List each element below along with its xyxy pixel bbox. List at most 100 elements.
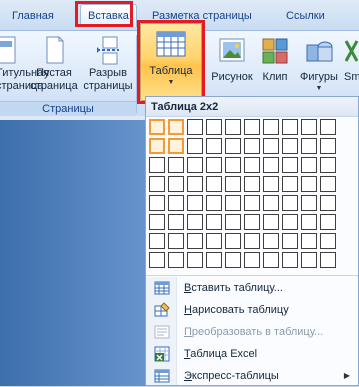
table-grid-cell[interactable]	[244, 214, 260, 230]
table-grid-cell[interactable]	[187, 138, 203, 154]
table-grid-cell[interactable]	[206, 195, 222, 211]
table-grid-cell[interactable]	[206, 252, 222, 268]
table-grid-cell[interactable]	[149, 233, 165, 249]
table-grid-cell[interactable]	[320, 176, 336, 192]
clip-art-icon	[262, 38, 288, 64]
table-grid-cell[interactable]	[168, 195, 184, 211]
table-grid-cell[interactable]	[320, 252, 336, 268]
table-grid-cell[interactable]	[320, 157, 336, 173]
table-grid-cell[interactable]	[168, 138, 184, 154]
table-grid-cell[interactable]	[282, 138, 298, 154]
table-grid-cell[interactable]	[206, 157, 222, 173]
table-grid-cell[interactable]	[225, 119, 241, 135]
blank-page-button[interactable]: Пустая страница	[30, 35, 78, 93]
table-grid-cell[interactable]	[187, 195, 203, 211]
table-grid-cell[interactable]	[244, 157, 260, 173]
table-grid-cell[interactable]	[263, 233, 279, 249]
table-grid-cell[interactable]	[187, 119, 203, 135]
table-grid-cell[interactable]	[263, 214, 279, 230]
table-grid-cell[interactable]	[225, 138, 241, 154]
table-grid-cell[interactable]	[168, 119, 184, 135]
table-grid-cell[interactable]	[206, 138, 222, 154]
table-grid-cell[interactable]	[225, 195, 241, 211]
table-grid-cell[interactable]	[206, 233, 222, 249]
table-grid-cell[interactable]	[282, 233, 298, 249]
table-grid-cell[interactable]	[187, 214, 203, 230]
table-grid-cell[interactable]	[225, 214, 241, 230]
table-grid-cell[interactable]	[187, 233, 203, 249]
table-grid-cell[interactable]	[225, 157, 241, 173]
table-grid-cell[interactable]	[320, 195, 336, 211]
table-grid-cell[interactable]	[187, 157, 203, 173]
table-grid-cell[interactable]	[244, 252, 260, 268]
table-grid-cell[interactable]	[282, 157, 298, 173]
table-grid-cell[interactable]	[282, 214, 298, 230]
table-grid-cell[interactable]	[225, 252, 241, 268]
table-grid-cell[interactable]	[244, 233, 260, 249]
menu-item-insert-table-label: ставить таблицу...	[191, 282, 283, 294]
table-grid-cell[interactable]	[149, 157, 165, 173]
table-grid-cell[interactable]	[168, 233, 184, 249]
picture-label: Рисунок	[211, 71, 253, 83]
table-grid-cell[interactable]	[168, 252, 184, 268]
table-grid-cell[interactable]	[263, 157, 279, 173]
table-grid-cell[interactable]	[301, 195, 317, 211]
table-grid-cell[interactable]	[149, 195, 165, 211]
table-grid-cell[interactable]	[301, 233, 317, 249]
cover-page-button[interactable]: Титульная страница	[0, 35, 49, 93]
table-grid-cell[interactable]	[244, 195, 260, 211]
table-grid-cell[interactable]	[263, 119, 279, 135]
table-grid-cell[interactable]	[320, 214, 336, 230]
table-grid-cell[interactable]	[225, 233, 241, 249]
table-grid-cell[interactable]	[263, 195, 279, 211]
table-grid-cell[interactable]	[320, 119, 336, 135]
table-grid-cell[interactable]	[225, 176, 241, 192]
shapes-button[interactable]: Фигуры ▼	[296, 35, 342, 93]
table-grid-cell[interactable]	[206, 214, 222, 230]
tab-home[interactable]: Главная	[12, 8, 54, 24]
table-grid-cell[interactable]	[168, 157, 184, 173]
table-grid-cell[interactable]	[301, 176, 317, 192]
table-grid-cell[interactable]	[282, 252, 298, 268]
menu-divider	[146, 275, 358, 276]
table-grid-cell[interactable]	[263, 176, 279, 192]
page-break-button[interactable]: Разрыв страницы	[82, 35, 134, 93]
table-grid-cell[interactable]	[282, 119, 298, 135]
table-grid-cell[interactable]	[301, 138, 317, 154]
table-grid-cell[interactable]	[301, 119, 317, 135]
table-grid-cell[interactable]	[301, 214, 317, 230]
tab-references[interactable]: Ссылки	[286, 8, 325, 24]
table-grid-cell[interactable]	[244, 138, 260, 154]
table-button-highlight	[137, 20, 205, 104]
menu-item-draw-table[interactable]: Нарисовать таблицу	[146, 299, 358, 321]
table-grid-cell[interactable]	[149, 119, 165, 135]
clip-art-button[interactable]: Клип	[258, 35, 292, 84]
table-grid-cell[interactable]	[168, 176, 184, 192]
shapes-icon	[306, 41, 333, 62]
table-grid-cell[interactable]	[149, 252, 165, 268]
menu-item-insert-table[interactable]: Вставить таблицу...	[146, 277, 358, 299]
table-grid-cell[interactable]	[320, 233, 336, 249]
table-grid-cell[interactable]	[301, 252, 317, 268]
table-grid-cell[interactable]	[206, 176, 222, 192]
table-grid-cell[interactable]	[187, 176, 203, 192]
table-grid-cell[interactable]	[263, 252, 279, 268]
menu-item-quick-tables[interactable]: Экспресс-таблицы ▶	[146, 365, 358, 387]
table-grid-cell[interactable]	[149, 214, 165, 230]
table-grid-cell[interactable]	[206, 119, 222, 135]
table-grid-cell[interactable]	[244, 176, 260, 192]
picture-button[interactable]: Рисунок	[207, 35, 257, 84]
table-grid-cell[interactable]	[282, 195, 298, 211]
table-grid-cell[interactable]	[149, 138, 165, 154]
table-grid-cell[interactable]	[187, 252, 203, 268]
table-grid-cell[interactable]	[263, 138, 279, 154]
quick-tables-icon	[154, 369, 170, 383]
smartart-button[interactable]: Sm	[344, 35, 359, 84]
table-grid-cell[interactable]	[244, 119, 260, 135]
table-grid-cell[interactable]	[168, 214, 184, 230]
menu-item-excel-table[interactable]: Таблица Excel	[146, 343, 358, 365]
table-grid-cell[interactable]	[149, 176, 165, 192]
table-grid-cell[interactable]	[301, 157, 317, 173]
table-grid-cell[interactable]	[282, 176, 298, 192]
table-grid-cell[interactable]	[320, 138, 336, 154]
